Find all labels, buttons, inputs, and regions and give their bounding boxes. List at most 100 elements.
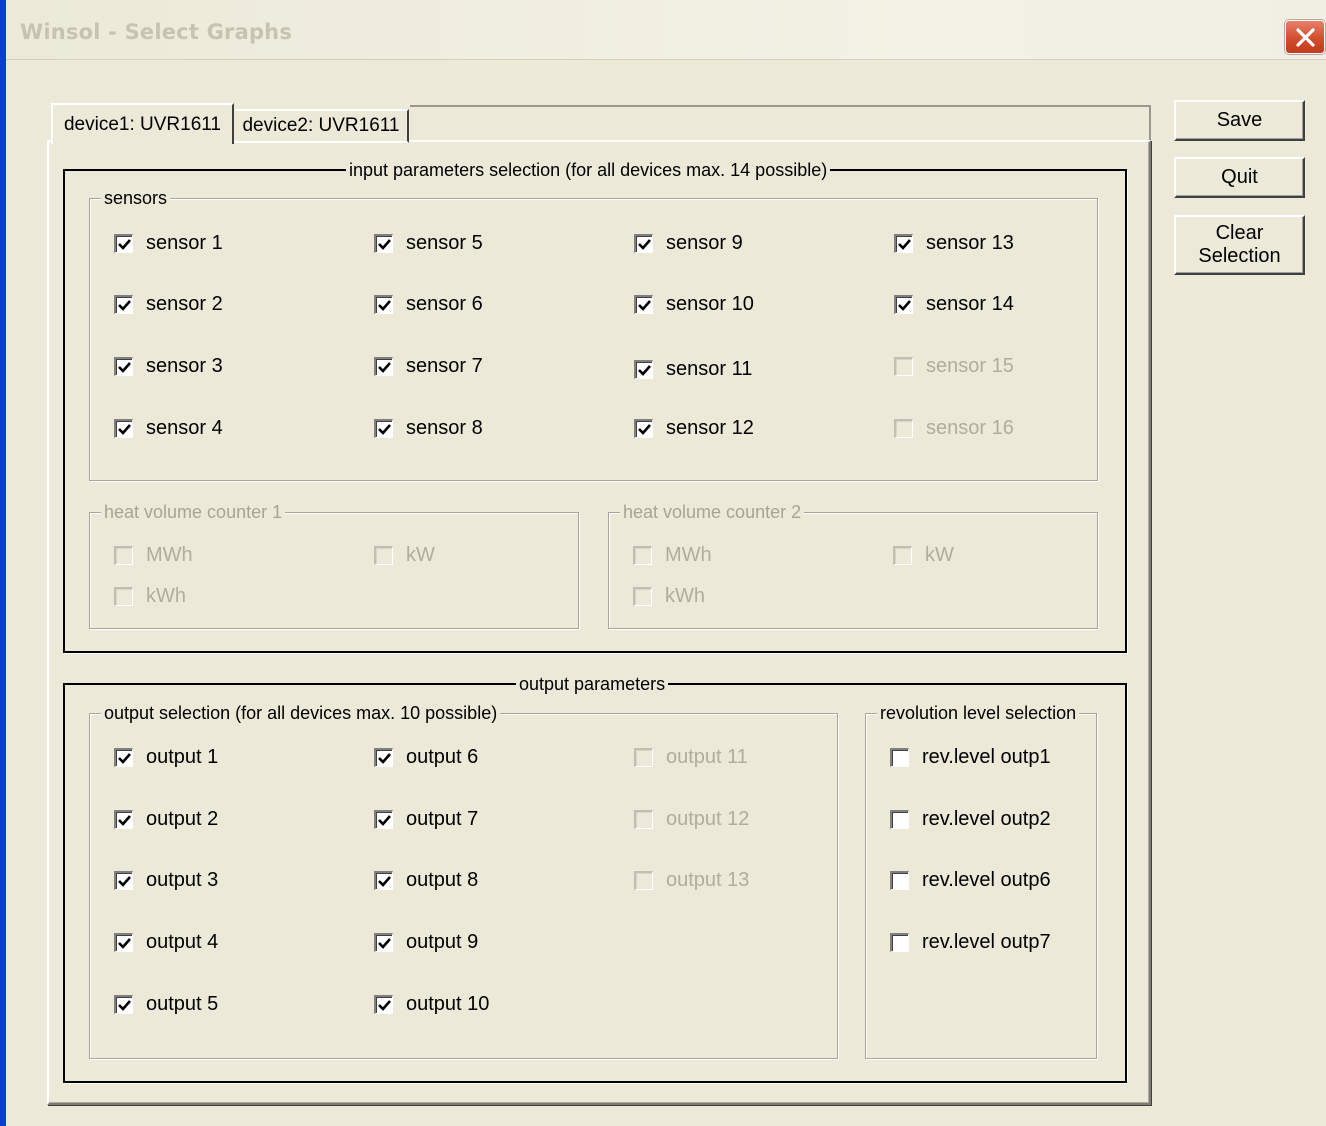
checkbox-unchecked-icon	[893, 546, 912, 565]
checkbox-checked-icon[interactable]	[374, 419, 393, 438]
checkbox-label: sensor 10	[666, 293, 754, 315]
checkbox-label: output 7	[406, 808, 479, 830]
checkbox-label: sensor 5	[406, 232, 483, 254]
checkbox-output-5[interactable]: output 5	[114, 993, 218, 1016]
checkbox-sensor-3[interactable]: sensor 3	[114, 355, 223, 378]
checkbox-label: rev.level outp7	[922, 931, 1051, 953]
checkbox-checked-icon[interactable]	[894, 234, 913, 253]
checkbox-label: kWh	[146, 585, 186, 607]
checkbox-sensor-13[interactable]: sensor 13	[894, 232, 1014, 255]
checkbox-label: output 3	[146, 869, 219, 891]
checkbox-label: sensor 6	[406, 293, 483, 315]
checkbox-label: kWh	[665, 585, 705, 607]
revolution-level-group: revolution level selection rev.level out…	[865, 701, 1097, 1059]
checkbox-rev-level-outp2[interactable]: rev.level outp2	[890, 808, 1051, 831]
checkbox-label: output 9	[406, 931, 479, 953]
checkbox-unchecked-icon	[114, 587, 133, 606]
checkbox-unchecked-icon[interactable]	[890, 748, 909, 767]
checkbox-label: rev.level outp2	[922, 808, 1051, 830]
checkbox-label: output 13	[666, 869, 750, 891]
checkbox-sensor-4[interactable]: sensor 4	[114, 417, 223, 440]
checkbox-checked-icon[interactable]	[114, 234, 133, 253]
checkbox-label: sensor 15	[926, 355, 1014, 377]
tab-strip-border	[410, 105, 1151, 142]
checkbox-checked-icon[interactable]	[634, 360, 653, 379]
checkbox-sensor-14[interactable]: sensor 14	[894, 293, 1014, 316]
checkbox-checked-icon[interactable]	[374, 357, 393, 376]
checkbox-output-8[interactable]: output 8	[374, 869, 478, 892]
checkbox-checked-icon[interactable]	[114, 933, 133, 952]
checkbox-sensor-7[interactable]: sensor 7	[374, 355, 483, 378]
checkbox-checked-icon[interactable]	[374, 933, 393, 952]
close-icon	[1296, 28, 1315, 47]
checkbox-label: output 2	[146, 808, 219, 830]
checkbox-output-9[interactable]: output 9	[374, 931, 478, 954]
close-button[interactable]	[1285, 20, 1325, 54]
heat-volume-counter-2-group: heat volume counter 2 MWh kW kWh	[608, 500, 1098, 629]
tab-device2[interactable]: device2: UVR1611	[235, 109, 409, 143]
checkbox-sensor-11[interactable]: sensor 11	[634, 358, 752, 381]
checkbox-label: kW	[925, 544, 954, 566]
checkbox-checked-icon[interactable]	[374, 234, 393, 253]
checkbox-checked-icon[interactable]	[114, 419, 133, 438]
checkbox-rev-level-outp1[interactable]: rev.level outp1	[890, 746, 1051, 769]
checkbox-checked-icon[interactable]	[374, 995, 393, 1014]
checkbox-label: sensor 9	[666, 232, 743, 254]
checkbox-sensor-8[interactable]: sensor 8	[374, 417, 483, 440]
checkbox-output-4[interactable]: output 4	[114, 931, 218, 954]
checkbox-output-13: output 13	[634, 869, 749, 892]
checkbox-checked-icon[interactable]	[114, 995, 133, 1014]
checkbox-label: sensor 7	[406, 355, 483, 377]
checkbox-sensor-1[interactable]: sensor 1	[114, 232, 223, 255]
checkbox-label: rev.level outp1	[922, 746, 1051, 768]
checkbox-checked-icon[interactable]	[114, 748, 133, 767]
checkbox-label: sensor 1	[146, 232, 223, 254]
checkbox-label: sensor 12	[666, 417, 754, 439]
checkbox-label: kW	[406, 544, 435, 566]
checkbox-unchecked-icon[interactable]	[890, 871, 909, 890]
checkbox-output-2[interactable]: output 2	[114, 808, 218, 831]
checkbox-checked-icon[interactable]	[374, 810, 393, 829]
checkbox-checked-icon[interactable]	[114, 295, 133, 314]
tab-device1[interactable]: device1: UVR1611	[51, 103, 234, 144]
checkbox-unchecked-icon	[114, 546, 133, 565]
checkbox-sensor-16: sensor 16	[894, 417, 1014, 440]
checkbox-unchecked-icon	[894, 357, 913, 376]
checkbox-label: output 10	[406, 993, 490, 1015]
checkbox-checked-icon[interactable]	[634, 295, 653, 314]
clear-selection-button[interactable]: Clear Selection	[1174, 215, 1305, 275]
checkbox-checked-icon[interactable]	[374, 295, 393, 314]
checkbox-unchecked-icon[interactable]	[890, 810, 909, 829]
checkbox-sensor-2[interactable]: sensor 2	[114, 293, 223, 316]
checkbox-sensor-9[interactable]: sensor 9	[634, 232, 743, 255]
checkbox-label: sensor 11	[666, 358, 753, 380]
checkbox-output-10[interactable]: output 10	[374, 993, 489, 1016]
checkbox-output-12: output 12	[634, 808, 749, 831]
checkbox-checked-icon[interactable]	[374, 871, 393, 890]
checkbox-checked-icon[interactable]	[634, 419, 653, 438]
output-selection-legend: output selection (for all devices max. 1…	[101, 701, 501, 725]
checkbox-checked-icon[interactable]	[894, 295, 913, 314]
checkbox-rev-level-outp6[interactable]: rev.level outp6	[890, 869, 1051, 892]
checkbox-sensor-10[interactable]: sensor 10	[634, 293, 754, 316]
checkbox-checked-icon[interactable]	[634, 234, 653, 253]
checkbox-unchecked-icon[interactable]	[890, 933, 909, 952]
checkbox-checked-icon[interactable]	[374, 748, 393, 767]
checkbox-output-6[interactable]: output 6	[374, 746, 478, 769]
checkbox-output-1[interactable]: output 1	[114, 746, 218, 769]
output-parameters-legend: output parameters	[516, 672, 669, 696]
checkbox-output-3[interactable]: output 3	[114, 869, 218, 892]
checkbox-checked-icon[interactable]	[114, 810, 133, 829]
checkbox-sensor-15: sensor 15	[894, 355, 1014, 378]
checkbox-sensor-12[interactable]: sensor 12	[634, 417, 754, 440]
checkbox-checked-icon[interactable]	[114, 871, 133, 890]
checkbox-checked-icon[interactable]	[114, 357, 133, 376]
save-button[interactable]: Save	[1174, 100, 1305, 141]
checkbox-rev-level-outp7[interactable]: rev.level outp7	[890, 931, 1051, 954]
checkbox-label: rev.level outp6	[922, 869, 1051, 891]
checkbox-sensor-5[interactable]: sensor 5	[374, 232, 483, 255]
checkbox-output-7[interactable]: output 7	[374, 808, 478, 831]
checkbox-sensor-6[interactable]: sensor 6	[374, 293, 483, 316]
checkbox-label: sensor 14	[926, 293, 1014, 315]
quit-button[interactable]: Quit	[1174, 157, 1305, 198]
